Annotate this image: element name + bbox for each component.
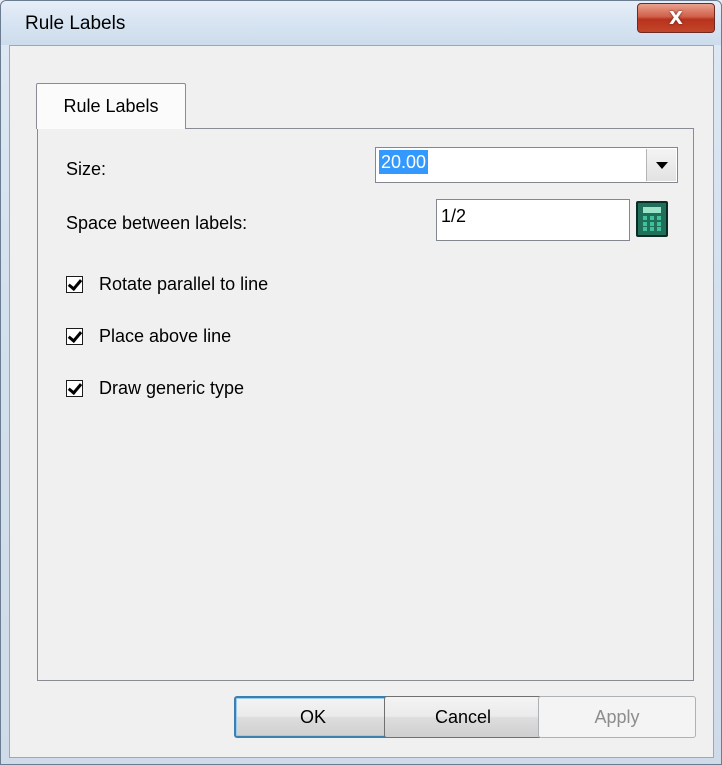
checkbox-rotate-parallel[interactable] [66, 275, 83, 293]
spacing-label: Space between labels: [66, 213, 248, 233]
apply-button-label: Apply [594, 706, 640, 727]
window-title: Rule Labels [25, 13, 126, 34]
cancel-button-label: Cancel [434, 706, 492, 727]
option-rotate-parallel[interactable]: Rotate parallel to line [66, 272, 268, 296]
title-bar[interactable]: Rule Labels X [1, 1, 721, 45]
spacing-input[interactable]: 1/2 [436, 199, 630, 241]
size-label: Size: [66, 159, 107, 179]
ok-button-label: OK [299, 706, 326, 727]
calculator-icon [643, 207, 661, 213]
tab-label: Rule Labels [63, 96, 159, 116]
option-draw-generic[interactable]: Draw generic type [66, 376, 244, 400]
chevron-down-icon[interactable] [646, 149, 676, 181]
apply-button: Apply [538, 696, 696, 738]
option-label: Draw generic type [99, 377, 245, 398]
size-value[interactable]: 20.00 [379, 150, 429, 174]
calculator-keys-icon [643, 216, 661, 231]
close-icon: X [669, 7, 683, 29]
checkbox-place-above[interactable] [66, 327, 83, 345]
tab-rule-labels[interactable]: Rule Labels [36, 83, 186, 129]
option-place-above[interactable]: Place above line [66, 324, 231, 348]
cancel-button[interactable]: Cancel [384, 696, 542, 738]
ok-button[interactable]: OK [234, 696, 392, 738]
option-label: Rotate parallel to line [99, 273, 269, 294]
size-combobox[interactable]: 20.00 [375, 147, 678, 183]
checkbox-draw-generic[interactable] [66, 379, 83, 397]
option-label: Place above line [99, 325, 232, 346]
close-button[interactable]: X [637, 3, 715, 33]
calculator-button[interactable] [636, 201, 668, 237]
